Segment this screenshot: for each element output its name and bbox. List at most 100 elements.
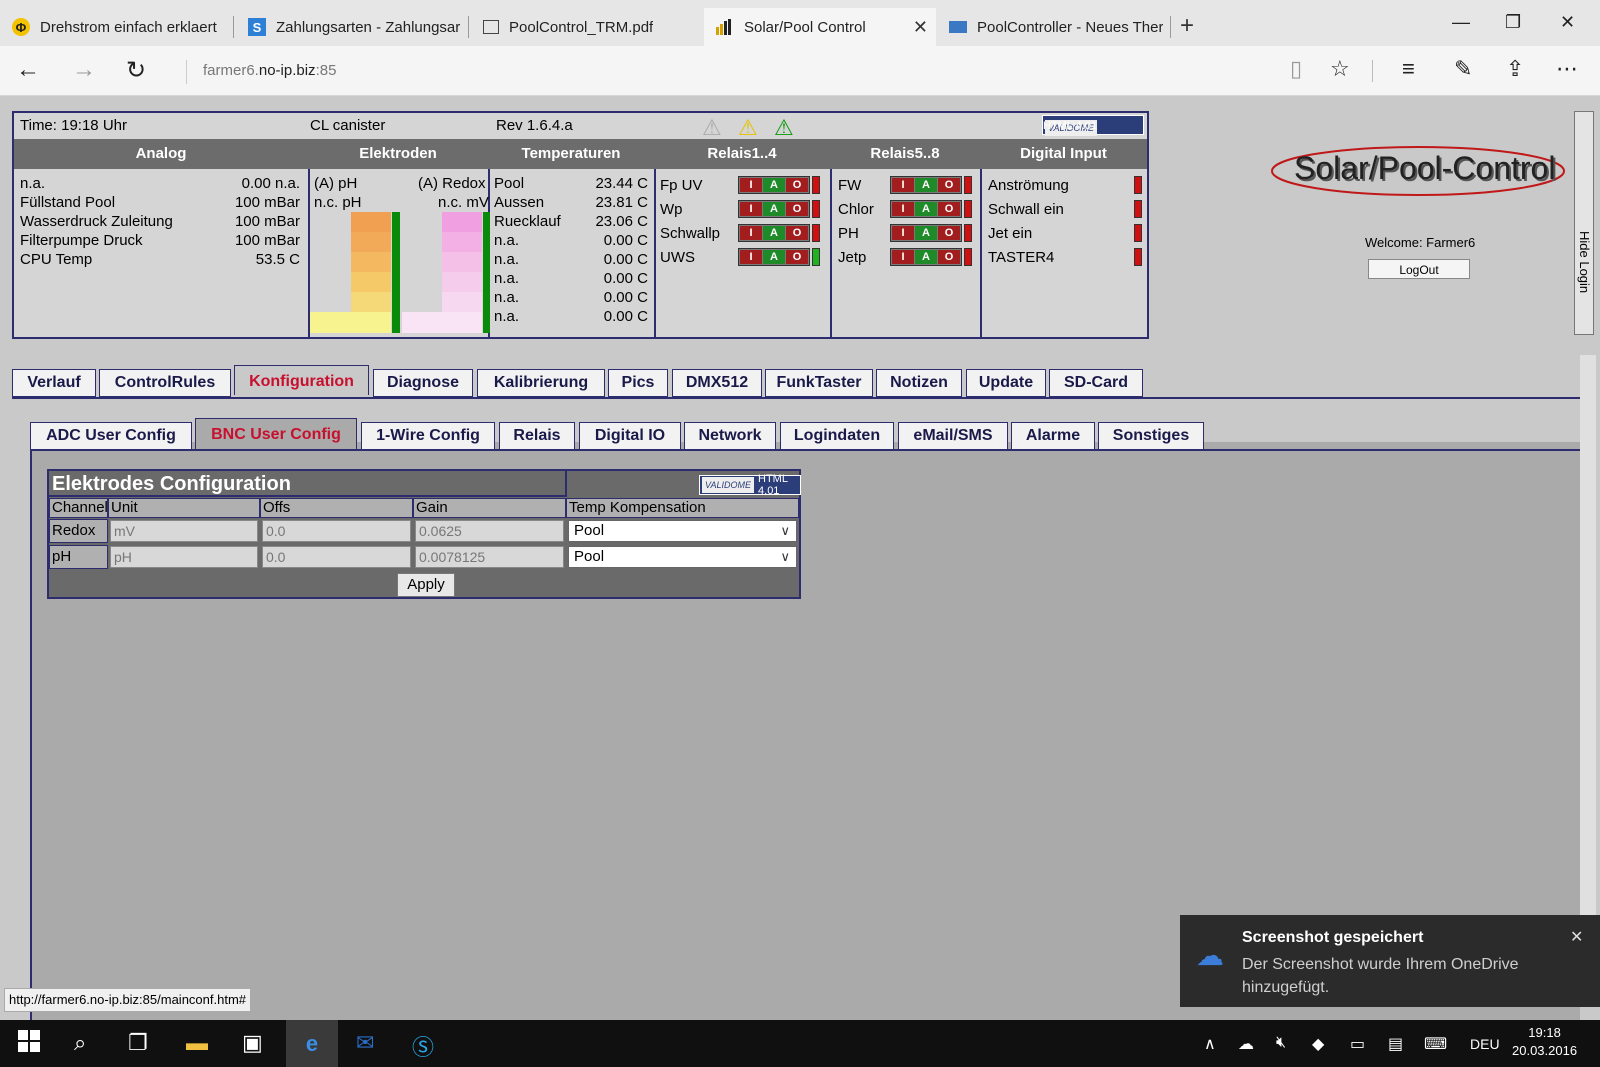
- onedrive-notification[interactable]: ☁ Screenshot gespeichert Der Screenshot …: [1180, 915, 1600, 1007]
- relay-iao-switch[interactable]: IAO: [890, 224, 962, 242]
- close-window-icon[interactable]: ✕: [1560, 12, 1575, 33]
- logout-button[interactable]: LogOut: [1368, 259, 1470, 279]
- relay-iao-switch[interactable]: IAO: [890, 248, 962, 266]
- keyboard-icon[interactable]: ⌨: [1424, 1034, 1447, 1054]
- system-clock[interactable]: 19:18 20.03.2016: [1512, 1024, 1577, 1060]
- reading-view-icon[interactable]: ▯: [1290, 56, 1302, 82]
- close-icon[interactable]: ✕: [913, 17, 928, 38]
- relay-auto-button[interactable]: A: [915, 226, 937, 240]
- web-note-icon[interactable]: ✎: [1454, 56, 1472, 82]
- new-tab-icon[interactable]: +: [1180, 12, 1194, 40]
- relay-off-button[interactable]: O: [938, 250, 960, 264]
- chevron-up-icon[interactable]: ∧: [1204, 1034, 1216, 1054]
- relay-auto-button[interactable]: A: [763, 226, 785, 240]
- more-icon[interactable]: ⋯: [1556, 56, 1578, 82]
- browser-tab-2[interactable]: S Zahlungsarten - Zahlungsar: [236, 8, 468, 46]
- search-icon[interactable]: ⌕: [74, 1030, 86, 1056]
- relay-off-button[interactable]: O: [786, 226, 808, 240]
- browser-tab-1[interactable]: Φ Drehstrom einfach erklaert: [0, 8, 232, 46]
- relay-off-button[interactable]: O: [938, 226, 960, 240]
- tab-diagnose[interactable]: Diagnose: [373, 369, 473, 397]
- relay-on-button[interactable]: I: [892, 250, 914, 264]
- close-icon[interactable]: ✕: [1570, 927, 1583, 947]
- apply-button[interactable]: Apply: [397, 573, 455, 597]
- minimize-icon[interactable]: —: [1452, 12, 1470, 33]
- hub-icon[interactable]: ≡: [1402, 56, 1415, 82]
- subtab-digital-io[interactable]: Digital IO: [579, 422, 681, 450]
- relay-off-button[interactable]: O: [786, 178, 808, 192]
- back-icon[interactable]: ←: [16, 56, 40, 84]
- input-language[interactable]: DEU: [1470, 1036, 1500, 1052]
- hide-login-toggle[interactable]: Hide Login: [1574, 111, 1594, 335]
- subtab-relais[interactable]: Relais: [499, 422, 575, 450]
- refresh-icon[interactable]: ↻: [126, 56, 146, 85]
- relay-off-button[interactable]: O: [938, 178, 960, 192]
- relay-auto-button[interactable]: A: [915, 202, 937, 216]
- offs-input-redox[interactable]: 0.0: [262, 520, 411, 542]
- tab-controlrules[interactable]: ControlRules: [99, 369, 231, 397]
- favorite-star-icon[interactable]: ☆: [1330, 56, 1350, 82]
- gain-input-ph[interactable]: 0.0078125: [415, 546, 564, 568]
- relay-on-button[interactable]: I: [740, 250, 762, 264]
- temp-kompensation-select-redox[interactable]: Pool ∨: [568, 520, 797, 542]
- onedrive-tray-icon[interactable]: ☁: [1238, 1034, 1254, 1054]
- tab-sd-card[interactable]: SD-Card: [1049, 369, 1143, 397]
- relay-auto-button[interactable]: A: [763, 178, 785, 192]
- relay-iao-switch[interactable]: IAO: [890, 200, 962, 218]
- tab-kalibrierung[interactable]: Kalibrierung: [477, 369, 605, 397]
- task-view-icon[interactable]: ❐: [128, 1030, 148, 1056]
- edge-browser-icon[interactable]: e: [286, 1020, 338, 1067]
- relay-off-button[interactable]: O: [938, 202, 960, 216]
- subtab-logindaten[interactable]: Logindaten: [780, 422, 894, 450]
- outlook-icon[interactable]: ✉: [356, 1030, 374, 1056]
- volume-muted-icon[interactable]: 🔇︎: [1276, 1034, 1286, 1052]
- unit-input-redox[interactable]: mV: [110, 520, 258, 542]
- tab-konfiguration[interactable]: Konfiguration: [234, 365, 369, 395]
- browser-tab-3[interactable]: PoolControl_TRM.pdf: [471, 8, 703, 46]
- tab-verlauf[interactable]: Verlauf: [12, 369, 96, 397]
- tab-pics[interactable]: Pics: [608, 369, 668, 397]
- relay-iao-switch[interactable]: IAO: [738, 248, 810, 266]
- relay-auto-button[interactable]: A: [763, 202, 785, 216]
- relay-auto-button[interactable]: A: [763, 250, 785, 264]
- subtab-1-wire-config[interactable]: 1-Wire Config: [361, 422, 495, 450]
- temp-kompensation-select-ph[interactable]: Pool ∨: [568, 546, 797, 568]
- vertical-scrollbar[interactable]: [1580, 355, 1596, 975]
- relay-on-button[interactable]: I: [740, 178, 762, 192]
- url-field[interactable]: farmer6.no-ip.biz:85: [186, 60, 336, 84]
- tab-notizen[interactable]: Notizen: [876, 369, 962, 397]
- relay-iao-switch[interactable]: IAO: [738, 200, 810, 218]
- battery-icon[interactable]: ▭: [1350, 1034, 1365, 1054]
- subtab-adc-user-config[interactable]: ADC User Config: [30, 422, 192, 450]
- file-explorer-icon[interactable]: ▬: [186, 1030, 208, 1056]
- relay-auto-button[interactable]: A: [915, 178, 937, 192]
- unit-input-ph[interactable]: pH: [110, 546, 258, 568]
- tab-dmx512[interactable]: DMX512: [672, 369, 762, 397]
- tab-funktaster[interactable]: FunkTaster: [765, 369, 873, 397]
- browser-tab-5[interactable]: PoolController - Neues Ther: [937, 8, 1169, 46]
- relay-iao-switch[interactable]: IAO: [890, 176, 962, 194]
- relay-off-button[interactable]: O: [786, 250, 808, 264]
- relay-off-button[interactable]: O: [786, 202, 808, 216]
- action-center-icon[interactable]: ▤: [1388, 1034, 1403, 1054]
- relay-on-button[interactable]: I: [892, 202, 914, 216]
- gain-input-redox[interactable]: 0.0625: [415, 520, 564, 542]
- relay-auto-button[interactable]: A: [915, 250, 937, 264]
- skype-icon[interactable]: Ⓢ: [412, 1030, 434, 1062]
- relay-iao-switch[interactable]: IAO: [738, 224, 810, 242]
- relay-on-button[interactable]: I: [892, 178, 914, 192]
- subtab-email-sms[interactable]: eMail/SMS: [898, 422, 1008, 450]
- validome-badge[interactable]: VALIDOME HTML 4.01: [1042, 115, 1144, 136]
- tab-update[interactable]: Update: [966, 369, 1046, 397]
- subtab-sonstiges[interactable]: Sonstiges: [1098, 422, 1204, 450]
- relay-on-button[interactable]: I: [740, 202, 762, 216]
- subtab-alarme[interactable]: Alarme: [1011, 422, 1095, 450]
- validome-badge[interactable]: VALIDOME HTML 4.01: [699, 473, 801, 497]
- browser-tab-4-active[interactable]: Solar/Pool Control ✕: [704, 8, 936, 46]
- store-icon[interactable]: ▣: [242, 1030, 263, 1056]
- relay-on-button[interactable]: I: [740, 226, 762, 240]
- relay-iao-switch[interactable]: IAO: [738, 176, 810, 194]
- offs-input-ph[interactable]: 0.0: [262, 546, 411, 568]
- share-icon[interactable]: ⇪: [1506, 56, 1524, 82]
- dropbox-icon[interactable]: ◆: [1312, 1034, 1324, 1054]
